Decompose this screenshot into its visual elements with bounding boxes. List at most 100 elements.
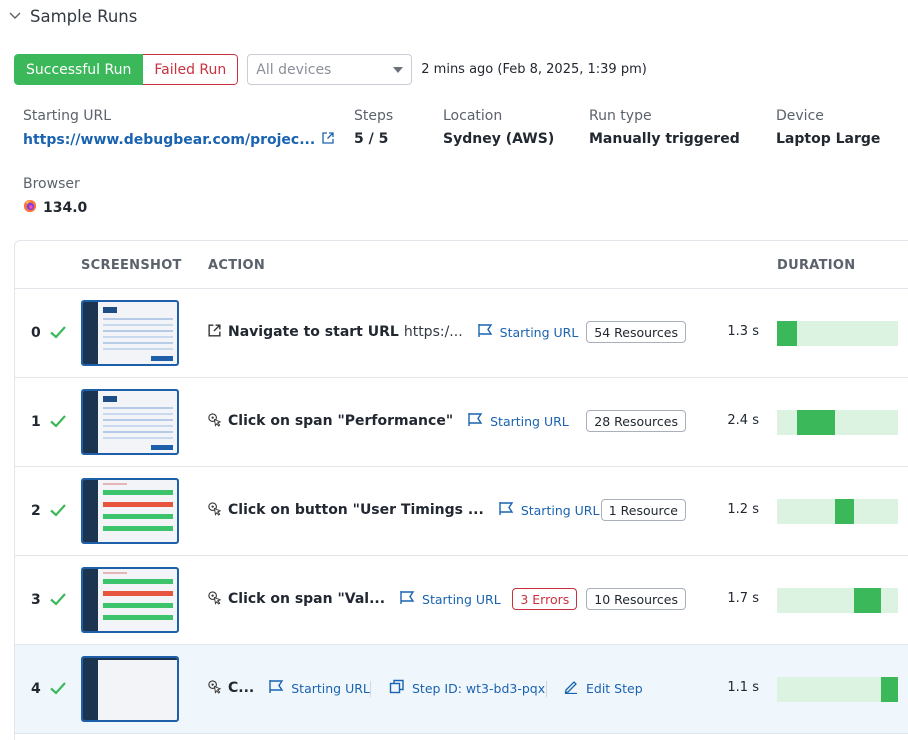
starting-url-label: Starting URL xyxy=(499,324,579,340)
meta-steps: Steps 5 / 5 xyxy=(354,108,393,147)
starting-url-link[interactable]: Starting URL xyxy=(467,412,569,430)
browser-version: 134.0 xyxy=(43,200,88,216)
starting-url-link[interactable]: Starting URL xyxy=(399,590,501,608)
meta-label: Steps xyxy=(354,108,394,124)
click-icon xyxy=(207,412,228,431)
meta-label: Device xyxy=(776,108,824,124)
chevron-down-icon xyxy=(8,7,22,26)
click-icon xyxy=(207,679,228,698)
copy-step-id-button[interactable]: Step ID: wt3-bd3-pqx xyxy=(389,679,545,697)
device-select[interactable]: All devices xyxy=(247,54,413,85)
flag-icon xyxy=(467,412,490,430)
step-index: 1 xyxy=(31,414,41,430)
divider xyxy=(370,681,371,697)
copy-icon xyxy=(389,679,412,697)
run-timestamp: 2 mins ago (Feb 8, 2025, 1:39 pm) xyxy=(421,62,647,77)
meta-label: Starting URL xyxy=(23,108,112,124)
step-index: 4 xyxy=(31,681,41,697)
step-action: Click on span "Performance" xyxy=(207,411,453,431)
resources-badge[interactable]: 28 Resources xyxy=(586,410,686,432)
steps-table: SCREENSHOT ACTION DURATION 0 Navigate to … xyxy=(14,240,908,740)
device-select-value: All devices xyxy=(256,61,332,78)
step-action: Click on button "User Timings ... xyxy=(207,500,484,520)
starting-url-label: Starting URL xyxy=(520,502,600,518)
step-index: 3 xyxy=(31,592,41,608)
step-action: Navigate to start URL https:/... xyxy=(207,322,463,342)
starting-url-link[interactable]: https://www.debugbear.com/projec... xyxy=(23,131,335,149)
header-action: ACTION xyxy=(208,258,266,273)
edit-step-button[interactable]: Edit Step xyxy=(563,679,643,697)
meta-label: Browser xyxy=(23,176,80,192)
successful-run-tab[interactable]: Successful Run xyxy=(14,54,144,85)
flag-icon xyxy=(498,501,521,519)
step-duration: 1.3 s xyxy=(727,324,759,339)
starting-url-label: Starting URL xyxy=(422,591,501,607)
resources-badge[interactable]: 10 Resources xyxy=(586,588,686,610)
step-action: Click on span "Val... xyxy=(207,589,385,609)
step-action-title: Click on span "Performance" xyxy=(228,413,454,429)
header-screenshot: SCREENSHOT xyxy=(81,258,182,273)
step-action-title: Click on button "User Timings ... xyxy=(228,502,484,518)
resources-badge[interactable]: 54 Resources xyxy=(586,321,686,343)
starting-url-label: Starting URL xyxy=(291,680,370,696)
caret-down-icon xyxy=(393,66,404,73)
external-link-icon xyxy=(207,323,228,342)
resources-badge[interactable]: 1 Resource xyxy=(600,499,686,521)
click-icon xyxy=(207,590,228,609)
starting-url-link[interactable]: Starting URL xyxy=(498,501,600,519)
meta-label: Run type xyxy=(589,108,652,124)
duration-track xyxy=(777,410,898,435)
step-action-title: C... xyxy=(228,680,255,696)
step-action-title: Click on span "Val... xyxy=(228,591,386,607)
steps-value: 5 / 5 xyxy=(354,131,389,147)
flag-icon xyxy=(268,679,291,697)
step-screenshot-thumbnail[interactable] xyxy=(81,656,179,722)
duration-bar xyxy=(797,410,836,435)
table-header: SCREENSHOT ACTION DURATION xyxy=(15,241,908,289)
step-id-label: Step ID: wt3-bd3-pqx xyxy=(412,680,546,696)
duration-bar xyxy=(777,321,798,346)
firefox-icon xyxy=(23,199,37,217)
step-duration: 2.4 s xyxy=(727,413,759,428)
table-row[interactable]: 4 C... Starting URL Step ID: wt3-bd3-pqx Edi… xyxy=(15,645,908,734)
step-screenshot-thumbnail[interactable] xyxy=(81,567,179,633)
duration-track xyxy=(777,588,898,613)
step-duration: 1.2 s xyxy=(727,502,759,517)
duration-track xyxy=(777,677,898,702)
table-row[interactable]: 3 Click on span "Val... Starting URL 10 Res… xyxy=(15,556,908,645)
duration-track xyxy=(777,321,898,346)
flag-icon xyxy=(477,323,500,341)
step-action: C... xyxy=(207,678,254,698)
starting-url-link[interactable]: Starting URL xyxy=(268,679,370,697)
header-duration: DURATION xyxy=(777,258,856,273)
success-check-icon xyxy=(49,323,67,341)
section-title: Sample Runs xyxy=(30,6,138,26)
duration-bar xyxy=(854,588,881,613)
browser-value: 134.0 xyxy=(23,199,87,217)
external-link-icon xyxy=(321,131,335,149)
step-duration: 1.7 s xyxy=(727,591,759,606)
table-row[interactable]: 2 Click on button "User Timings ... Starti… xyxy=(15,467,908,556)
step-duration: 1.1 s xyxy=(727,680,759,695)
flag-icon xyxy=(399,590,422,608)
section-toggle-sample-runs[interactable]: Sample Runs xyxy=(8,4,137,28)
step-screenshot-thumbnail[interactable] xyxy=(81,478,179,544)
errors-badge[interactable]: 3 Errors xyxy=(512,588,578,610)
meta-label: Location xyxy=(443,108,503,124)
step-action-title: Navigate to start URL xyxy=(228,324,399,340)
table-row[interactable]: 0 Navigate to start URL https:/... Starting… xyxy=(15,289,908,378)
table-row[interactable]: 1 Click on span "Performance" Starting URL… xyxy=(15,378,908,467)
step-action-url: https:/... xyxy=(403,324,463,340)
run-toolbar: Successful Run Failed Run All devices 2 … xyxy=(14,54,647,85)
meta-run-type: Run type Manually triggered xyxy=(589,108,740,147)
device-value: Laptop Large xyxy=(776,131,881,147)
run-type-value: Manually triggered xyxy=(589,131,740,147)
starting-url-link[interactable]: Starting URL xyxy=(477,323,579,341)
success-check-icon xyxy=(49,501,67,519)
step-screenshot-thumbnail[interactable] xyxy=(81,300,179,366)
meta-browser: Browser 134.0 xyxy=(23,176,87,217)
step-screenshot-thumbnail[interactable] xyxy=(81,389,179,455)
location-value: Sydney (AWS) xyxy=(443,131,555,147)
divider xyxy=(546,681,547,697)
failed-run-tab[interactable]: Failed Run xyxy=(143,54,239,85)
